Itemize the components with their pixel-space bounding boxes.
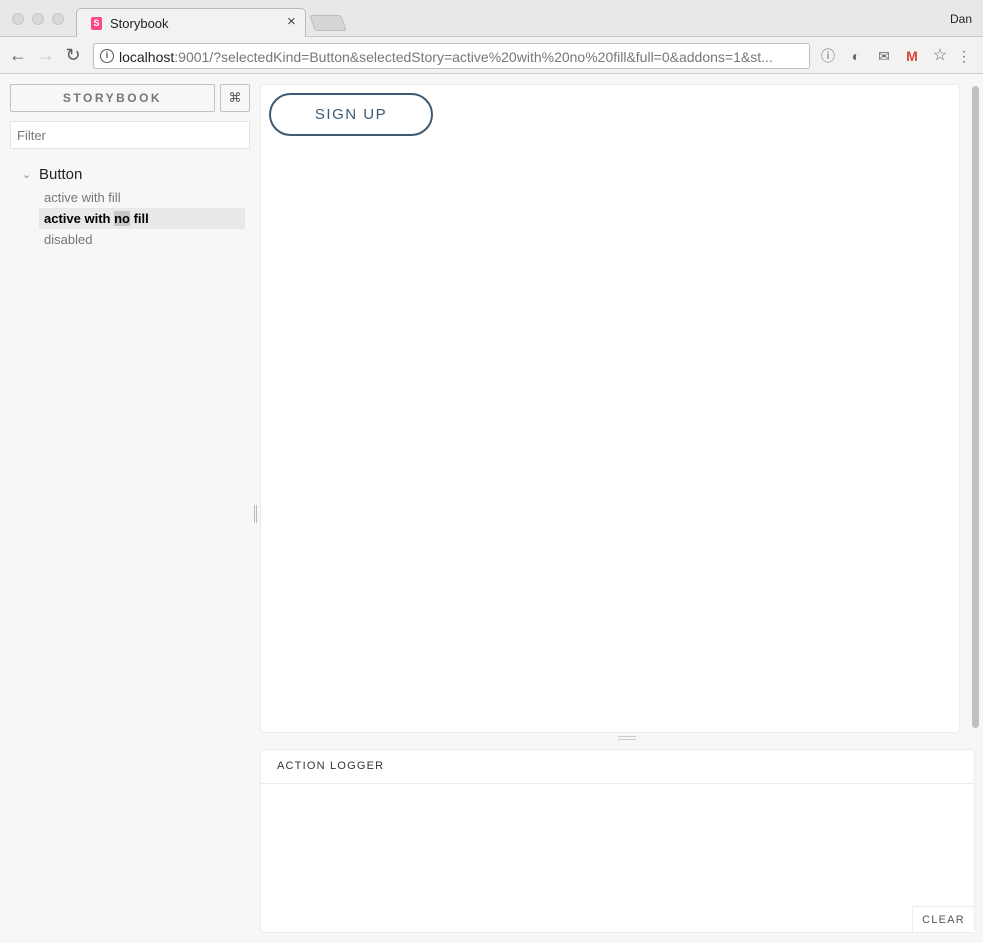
address-bar[interactable]: i localhost:9001/?selectedKind=Button&se…: [93, 43, 810, 69]
url-text: localhost:9001/?selectedKind=Button&sele…: [119, 49, 807, 65]
bookmark-star-icon[interactable]: ☆: [932, 48, 948, 64]
url-host: localhost: [119, 49, 175, 65]
sign-up-button[interactable]: SIGN UP: [269, 93, 433, 136]
site-info-icon[interactable]: i: [100, 49, 114, 63]
profile-name[interactable]: Dan: [950, 12, 972, 26]
preview-frame: SIGN UP: [260, 84, 960, 733]
close-window-icon[interactable]: [12, 13, 24, 25]
new-tab-button[interactable]: [309, 15, 347, 31]
extension-mail-icon[interactable]: ✉: [876, 48, 892, 64]
url-path: :9001/?selectedKind=Button&selectedStory…: [174, 49, 773, 65]
story-label-part: active with: [44, 211, 115, 226]
story-active-with-fill[interactable]: active with fill: [39, 187, 245, 208]
extension-gmail-icon[interactable]: M: [904, 48, 920, 64]
window-titlebar: S Storybook × Dan: [0, 0, 983, 38]
scrollbar-thumb[interactable]: [972, 86, 979, 728]
minimize-window-icon[interactable]: [32, 13, 44, 25]
story-disabled[interactable]: disabled: [39, 229, 245, 250]
addon-panel: ACTION LOGGER CLEAR: [260, 749, 975, 933]
browser-toolbar: ← → ↻ i localhost:9001/?selectedKind=But…: [0, 37, 983, 74]
reload-icon[interactable]: ↻: [63, 45, 83, 65]
maximize-window-icon[interactable]: [52, 13, 64, 25]
filter-input[interactable]: [10, 121, 250, 149]
panel-resize-handle[interactable]: [618, 736, 636, 740]
browser-tab[interactable]: S Storybook ×: [76, 8, 306, 38]
tab-title: Storybook: [110, 16, 169, 31]
browser-menu-icon[interactable]: ⋮: [956, 48, 972, 64]
story-label-part: fill: [129, 211, 149, 226]
tab-close-icon[interactable]: ×: [287, 13, 296, 30]
kind-button[interactable]: Button: [39, 166, 82, 183]
extension-1password-icon[interactable]: ⓘ: [820, 48, 836, 64]
extension-contrast-icon[interactable]: ◐: [848, 48, 864, 64]
panel-divider: [261, 783, 974, 784]
tab-action-logger[interactable]: ACTION LOGGER: [277, 760, 384, 772]
filter-match-highlight: no: [114, 211, 130, 226]
story-active-with-no-fill[interactable]: active with no fill: [39, 208, 245, 229]
clear-button[interactable]: CLEAR: [912, 906, 974, 932]
back-arrow-icon[interactable]: ←: [8, 45, 28, 65]
preview-scrollbar[interactable]: [967, 84, 983, 733]
forward-arrow-icon[interactable]: →: [36, 45, 56, 65]
shortcuts-button[interactable]: ⌘: [220, 84, 250, 112]
storybook-favicon-icon: S: [91, 17, 102, 30]
sidebar-resize-handle[interactable]: [254, 505, 257, 523]
storybook-brand-button[interactable]: STORYBOOK: [10, 84, 215, 112]
chevron-down-icon[interactable]: ⌄: [22, 168, 31, 181]
